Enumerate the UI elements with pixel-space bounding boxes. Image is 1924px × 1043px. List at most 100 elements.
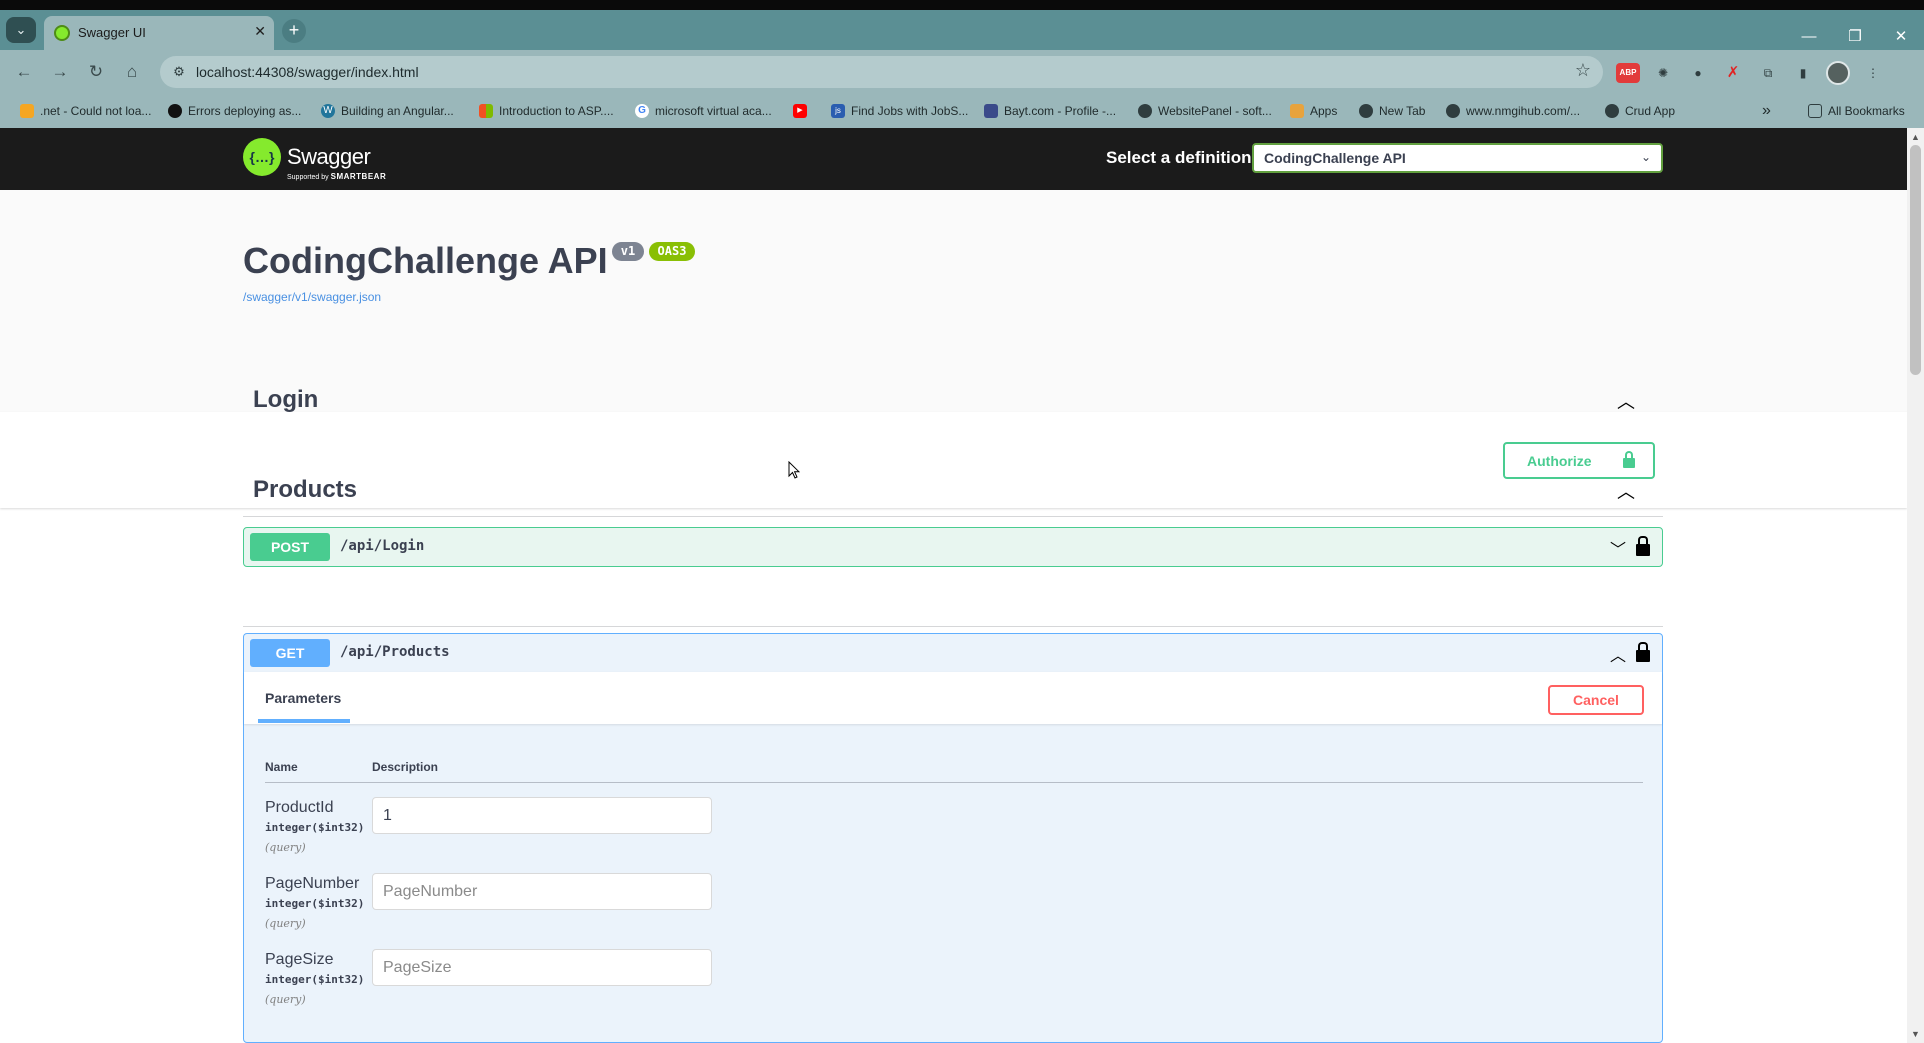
browser-toolbar: ← → ↻ ⌂ ⚙ localhost:44308/swagger/index.… xyxy=(0,50,1924,94)
bookmarks-bar: .net - Could not loa... Errors deploying… xyxy=(0,94,1924,128)
home-icon[interactable]: ⌂ xyxy=(120,60,144,84)
bookmark-item[interactable]: Introduction to ASP.... xyxy=(479,102,614,120)
api-title: CodingChallenge API xyxy=(243,240,608,281)
parameter-location: (query) xyxy=(265,841,306,854)
swagger-favicon-icon xyxy=(54,25,70,41)
apps-grid-icon xyxy=(1290,104,1304,118)
bookmark-item[interactable]: Gmicrosoft virtual aca... xyxy=(635,102,772,120)
bookmark-item[interactable]: ▶ xyxy=(793,102,813,120)
section-title-products[interactable]: Products xyxy=(253,476,357,504)
operation-path[interactable]: /api/Products xyxy=(340,644,450,660)
tab-close-icon[interactable]: ✕ xyxy=(254,23,266,40)
url-text[interactable]: localhost:44308/swagger/index.html xyxy=(196,64,419,80)
forward-arrow-icon[interactable]: → xyxy=(48,60,72,84)
parameter-type: integer($int32) xyxy=(265,973,365,986)
bookmark-item[interactable]: Crud App xyxy=(1605,102,1675,120)
sidebar-toggle-icon[interactable]: ▮ xyxy=(1791,63,1815,83)
swagger-topbar: {…} Swagger Supported by SMARTBEAR Selec… xyxy=(0,128,1907,190)
back-arrow-icon[interactable]: ← xyxy=(12,60,36,84)
section-divider xyxy=(243,626,1663,627)
page-viewport: {…} Swagger Supported by SMARTBEAR Selec… xyxy=(0,128,1924,1043)
scroll-down-icon[interactable]: ▼ xyxy=(1911,1029,1920,1039)
tab-strip: ⌄ Swagger UI ✕ + — ❐ ✕ xyxy=(0,10,1924,50)
bookmark-item[interactable]: www.nmgihub.com/... xyxy=(1446,102,1580,120)
youtube-icon: ▶ xyxy=(793,104,807,118)
tab-search-button[interactable]: ⌄ xyxy=(6,17,36,43)
scrollbar-thumb[interactable] xyxy=(1910,145,1921,375)
lock-icon[interactable] xyxy=(1636,536,1650,556)
bookmark-item[interactable]: Errors deploying as... xyxy=(168,102,301,120)
method-badge-get[interactable]: GET xyxy=(250,639,330,667)
chevron-up-icon[interactable]: ︿ xyxy=(1617,388,1635,414)
mouse-cursor-icon xyxy=(788,461,800,479)
column-header-description: Description xyxy=(372,760,439,774)
bookmark-item[interactable]: New Tab xyxy=(1359,102,1425,120)
puzzle-extensions-icon[interactable]: ⧉ xyxy=(1756,63,1780,83)
adblock-plus-icon[interactable]: ABP xyxy=(1616,63,1640,83)
definition-label: Select a definition xyxy=(1106,148,1252,167)
parameter-type: integer($int32) xyxy=(265,897,365,910)
bookmark-item[interactable]: .net - Could not loa... xyxy=(20,102,151,120)
address-bar[interactable]: ⚙ localhost:44308/swagger/index.html ☆ xyxy=(160,56,1603,88)
profile-avatar[interactable] xyxy=(1826,61,1850,85)
chevron-up-icon[interactable]: ︿ xyxy=(1610,642,1626,666)
productid-input[interactable] xyxy=(372,797,712,834)
swagger-logo-icon[interactable]: {…} xyxy=(243,138,281,176)
parameter-row-pagesize: PageSize integer($int32) (query) xyxy=(265,949,1635,1029)
oas-badge: OAS3 xyxy=(649,242,695,261)
chevron-up-icon[interactable]: ︿ xyxy=(1617,478,1635,504)
scroll-up-icon[interactable]: ▲ xyxy=(1911,132,1920,142)
pagesize-input[interactable] xyxy=(372,949,712,986)
cancel-button[interactable]: Cancel xyxy=(1548,685,1644,715)
google-icon: G xyxy=(635,104,649,118)
bayt-icon xyxy=(984,104,998,118)
record-icon[interactable]: ● xyxy=(1686,63,1710,83)
reload-icon[interactable]: ↻ xyxy=(84,60,108,84)
parameter-name: PageSize xyxy=(265,951,334,968)
chevron-down-icon[interactable]: ﹀ xyxy=(1610,536,1626,560)
bookmark-item[interactable]: WebsitePanel - soft... xyxy=(1138,102,1272,120)
bookmarks-overflow-button[interactable]: » xyxy=(1762,102,1771,120)
parameter-row-pagenumber: PageNumber integer($int32) (query) xyxy=(265,873,1635,953)
bookmark-item[interactable]: W Building an Angular... xyxy=(321,102,454,120)
tab-swagger-ui[interactable]: Swagger UI ✕ xyxy=(44,16,274,50)
lock-icon[interactable] xyxy=(1636,642,1650,662)
vertical-scrollbar[interactable]: ▲ ▼ xyxy=(1907,128,1924,1043)
section-title-login[interactable]: Login xyxy=(253,386,318,414)
parameter-type: integer($int32) xyxy=(265,821,365,834)
tab-active-indicator xyxy=(258,719,350,723)
authorize-button[interactable]: Authorize xyxy=(1503,442,1655,479)
header-divider xyxy=(265,782,1643,783)
kebab-menu-icon[interactable]: ⋮ xyxy=(1861,63,1885,83)
microsoft-icon xyxy=(479,104,493,118)
globe-icon xyxy=(1138,104,1152,118)
pagenumber-input[interactable] xyxy=(372,873,712,910)
tab-title: Swagger UI xyxy=(78,25,146,40)
bookmark-item[interactable]: Apps xyxy=(1290,102,1337,120)
translate-icon[interactable]: ✺ xyxy=(1651,63,1675,83)
globe-icon xyxy=(1359,104,1373,118)
globe-icon xyxy=(1605,104,1619,118)
spec-json-link[interactable]: /swagger/v1/swagger.json xyxy=(243,290,381,304)
tab-parameters[interactable]: Parameters xyxy=(265,690,341,706)
authorize-label: Authorize xyxy=(1527,453,1592,469)
opblock-post-login[interactable]: POST /api/Login ﹀ xyxy=(243,527,1663,567)
github-icon xyxy=(168,104,182,118)
window-top-edge xyxy=(0,0,1924,10)
bookmark-item[interactable]: js Find Jobs with JobS... xyxy=(831,102,968,120)
parameter-location: (query) xyxy=(265,917,306,930)
bookmark-star-icon[interactable]: ☆ xyxy=(1575,60,1591,81)
definition-select[interactable]: CodingChallenge API ⌄ xyxy=(1252,143,1663,173)
bookmark-item[interactable]: Bayt.com - Profile -... xyxy=(984,102,1116,120)
new-tab-button[interactable]: + xyxy=(282,19,306,43)
supported-by-text: Supported by SMARTBEAR xyxy=(287,172,387,181)
column-header-name: Name xyxy=(265,760,298,774)
globe-icon xyxy=(1446,104,1460,118)
all-bookmarks-button[interactable]: All Bookmarks xyxy=(1808,102,1905,120)
parameter-name: PageNumber xyxy=(265,875,360,892)
unlocked-icon xyxy=(1623,451,1635,468)
swagger-brand: Swagger xyxy=(287,144,371,169)
section-divider xyxy=(243,516,1663,517)
x-extension-icon[interactable]: ✗ xyxy=(1721,63,1745,83)
site-info-icon[interactable]: ⚙ xyxy=(170,63,188,81)
